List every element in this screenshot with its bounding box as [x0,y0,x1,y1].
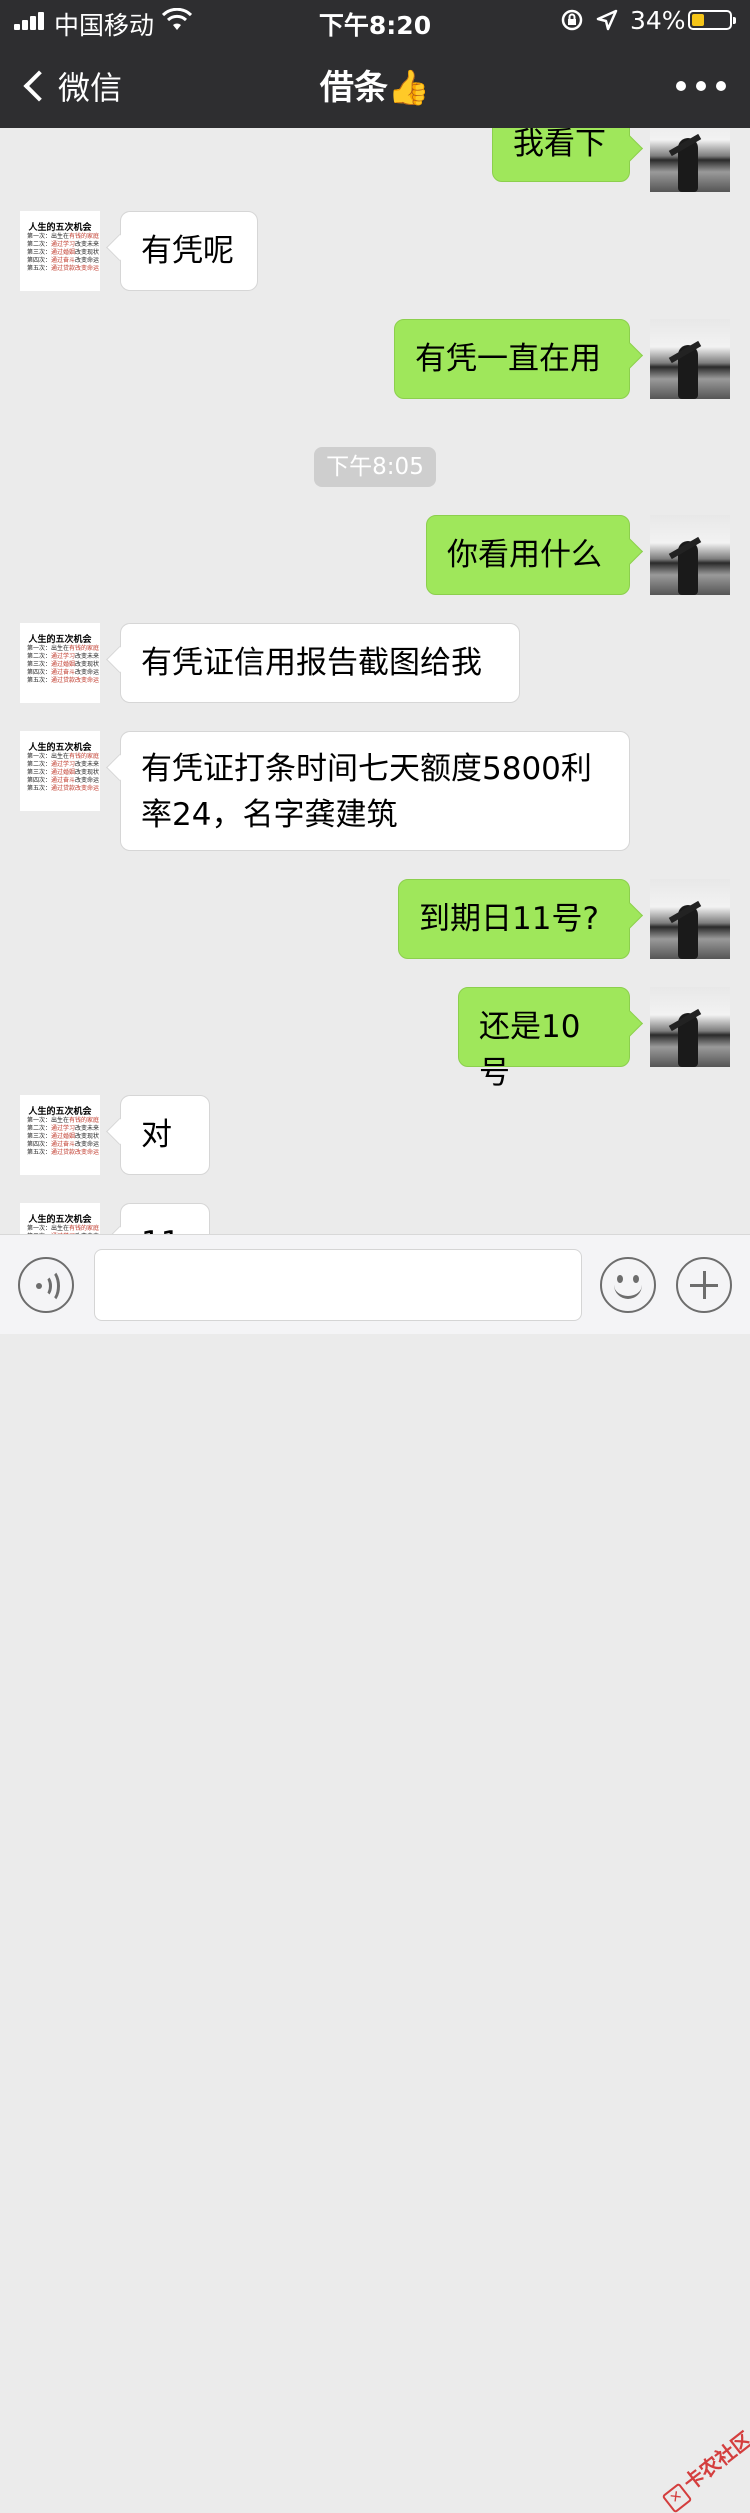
message-text: 你看用什么 [447,537,602,573]
message-bubble-received[interactable]: 有凭呢 [120,211,258,291]
my-avatar[interactable] [650,987,730,1067]
more-options-button[interactable] [676,76,726,96]
message-text: 对 [141,1117,172,1153]
message-text: 11 [141,1225,180,1234]
more-dot-icon [676,81,686,91]
my-avatar[interactable] [650,319,730,399]
message-bubble-received[interactable]: 对 [120,1095,210,1175]
message-bubble-received[interactable]: 11 [120,1203,210,1234]
contact-avatar[interactable]: 人生的五次机会 第一次：出生在有钱的家庭 第二次：通过学习改变未来 [20,1203,100,1234]
message-input[interactable] [94,1249,582,1321]
more-functions-button[interactable] [676,1257,732,1313]
voice-input-button[interactable] [18,1257,74,1313]
message-bubble-received[interactable]: 有凭证信用报告截图给我 [120,623,520,703]
emoji-button[interactable] [600,1257,656,1313]
message-bubble-sent[interactable]: 到期日11号? [398,879,630,959]
contact-avatar[interactable]: 人生的五次机会 第一次：出生在有钱的家庭 第二次：通过学习改变未来 第三次：通过… [20,731,100,811]
message-text: 还是10号 [479,1009,581,1091]
more-dot-icon [716,81,726,91]
message-bubble-sent[interactable]: 有凭一直在用 [394,319,630,399]
battery-icon [688,10,736,30]
input-bar: ✕卡农社区 [0,1234,750,2513]
message-text: 有凭证信用报告截图给我 [141,645,482,681]
contact-avatar[interactable]: 人生的五次机会 第一次：出生在有钱的家庭 第二次：通过学习改变未来 第三次：通过… [20,1095,100,1175]
chat-area[interactable]: 我看下 人生的五次机会 第一次：出生在有钱的家庭 第二次：通过学习改变未来 第三… [0,128,750,1234]
more-dot-icon [696,81,706,91]
message-bubble-sent[interactable]: 你看用什么 [426,515,630,595]
watermark-logo: ✕卡农社区 [656,2424,750,2513]
status-bar: 中国移动 下午8:20 34% [0,0,750,40]
chat-title: 借条👍 [319,68,431,108]
message-bubble-sent[interactable]: 还是10号 [458,987,630,1091]
message-text: 我看下 [513,128,606,162]
location-arrow-icon [596,9,618,31]
contact-avatar[interactable]: 人生的五次机会 第一次：出生在有钱的家庭 第二次：通过学习改变未来 第三次：通过… [20,211,100,291]
my-avatar[interactable] [650,128,730,192]
top-bar: 中国移动 下午8:20 34% 微信 借条👍 [0,0,750,128]
contact-avatar[interactable]: 人生的五次机会 第一次：出生在有钱的家庭 第二次：通过学习改变未来 第三次：通过… [20,623,100,703]
message-bubble-received[interactable]: 有凭证打条时间七天额度5800利率24，名字龚建筑 [120,731,630,851]
message-text: 有凭呢 [141,233,234,269]
time-divider: 下午8:05 [314,447,436,487]
my-avatar[interactable] [650,879,730,959]
message-text: 到期日11号? [419,901,599,937]
battery-percent: 34% [630,6,686,35]
message-text: 有凭证打条时间七天额度5800利率24，名字龚建筑 [141,751,592,833]
message-bubble-sent[interactable]: 我看下 [492,128,630,182]
rotation-lock-icon [561,9,583,31]
my-avatar[interactable] [650,515,730,595]
message-text: 有凭一直在用 [415,341,601,377]
smiley-icon [617,1275,623,1283]
